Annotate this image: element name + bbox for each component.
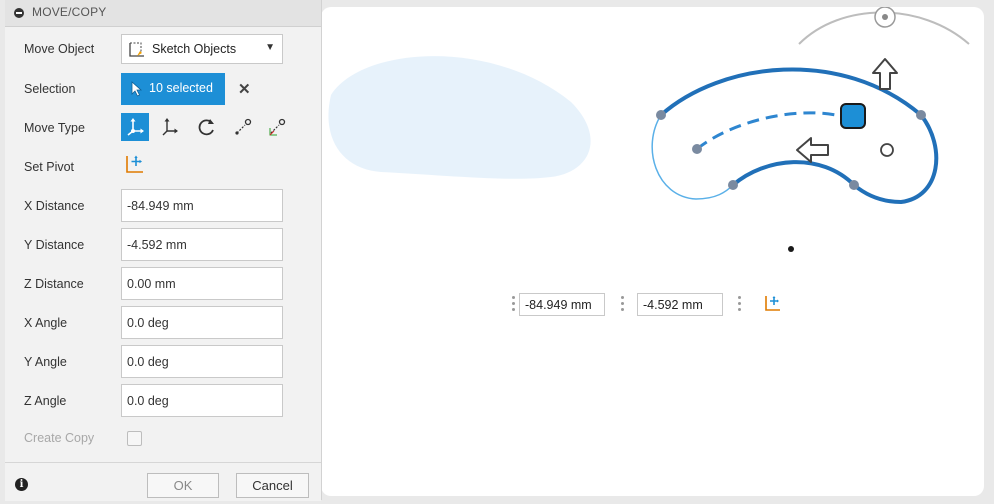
create-copy-label: Create Copy [24, 431, 95, 445]
move-type-label: Move Type [24, 121, 85, 135]
cursor-arrow-icon [131, 81, 143, 100]
dialog-footer: i OK Cancel [5, 462, 321, 501]
clear-selection-icon[interactable]: ✕ [238, 80, 251, 98]
hud-y-value: -4.592 mm [643, 298, 703, 312]
set-pivot-icon[interactable] [125, 154, 145, 177]
hud-separator [738, 296, 742, 312]
x-angle-value: 0.0 deg [127, 316, 169, 330]
y-distance-value: -4.592 mm [127, 238, 187, 252]
set-pivot-label: Set Pivot [24, 160, 75, 174]
selection-count: 10 selected [149, 81, 213, 95]
hud-grip[interactable] [512, 296, 516, 312]
z-distance-label: Z Distance [24, 277, 84, 291]
hud-separator [621, 296, 625, 312]
translate-icon[interactable] [155, 113, 183, 141]
hud-input-bar: -84.949 mm -4.592 mm [509, 290, 785, 319]
move-copy-dialog: MOVE/COPY Move Object Sketch Objects ▼ S… [5, 0, 322, 501]
sketch-right-cap [852, 113, 939, 205]
x-angle-input[interactable]: 0.0 deg [121, 306, 283, 339]
chevron-down-icon: ▼ [265, 42, 275, 53]
move-object-value: Sketch Objects [152, 42, 237, 56]
x-distance-label: X Distance [24, 199, 85, 213]
x-angle-label: X Angle [24, 316, 68, 330]
sketch-inner-arc [731, 160, 856, 187]
x-distance-input[interactable]: -84.949 mm [121, 189, 283, 222]
ghost-sketch [328, 56, 591, 179]
move-object-dropdown[interactable]: Sketch Objects ▼ [121, 34, 283, 64]
dialog-header: MOVE/COPY [5, 0, 321, 27]
rotate-icon[interactable] [193, 113, 221, 141]
y-angle-value: 0.0 deg [127, 355, 169, 369]
hud-set-pivot-icon[interactable] [764, 294, 782, 315]
arrow-left-handle [796, 137, 829, 163]
selection-label: Selection [24, 82, 76, 96]
hud-x-value: -84.949 mm [525, 298, 592, 312]
z-angle-value: 0.0 deg [127, 394, 169, 408]
sketch-centerline [696, 111, 837, 151]
point-to-position-icon[interactable] [263, 113, 291, 141]
create-copy-checkbox[interactable] [127, 431, 142, 446]
cancel-button[interactable]: Cancel [236, 473, 309, 498]
z-angle-input[interactable]: 0.0 deg [121, 384, 283, 417]
x-distance-value: -84.949 mm [127, 199, 194, 213]
canvas-viewport[interactable] [321, 7, 984, 496]
hud-y-distance-input[interactable]: -4.592 mm [637, 293, 723, 316]
free-move-icon[interactable] [121, 113, 149, 141]
ok-button[interactable]: OK [147, 473, 219, 498]
selection-button[interactable]: 10 selected [121, 73, 225, 105]
manipulator-center [840, 103, 866, 129]
z-distance-input[interactable]: 0.00 mm [121, 267, 283, 300]
y-angle-label: Y Angle [24, 355, 67, 369]
hud-x-distance-input[interactable]: -84.949 mm [519, 293, 605, 316]
info-icon[interactable]: i [15, 478, 28, 491]
z-distance-value: 0.00 mm [127, 277, 176, 291]
sketch-view [328, 7, 970, 252]
arrow-up-handle [872, 58, 898, 90]
collapse-icon[interactable] [14, 8, 24, 18]
y-distance-input[interactable]: -4.592 mm [121, 228, 283, 261]
y-angle-input[interactable]: 0.0 deg [121, 345, 283, 378]
y-distance-label: Y Distance [24, 238, 85, 252]
point-to-point-icon[interactable] [229, 113, 257, 141]
z-angle-label: Z Angle [24, 394, 67, 408]
origin-point [788, 246, 794, 252]
move-object-label: Move Object [24, 42, 95, 56]
sketch-objects-icon [128, 40, 148, 61]
dialog-title: MOVE/COPY [32, 5, 107, 19]
